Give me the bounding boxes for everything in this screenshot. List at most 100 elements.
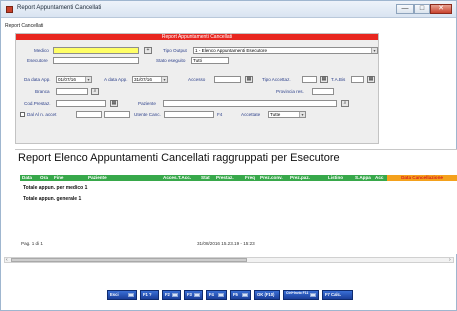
da-data-value: 01/07/16 — [58, 77, 76, 82]
accettate-value: Tutte — [270, 112, 281, 117]
panel-header: Report Appuntamenti Cancellati — [16, 34, 378, 40]
provincia-label: Provincia res. — [276, 89, 304, 94]
col-stat: Stat — [201, 175, 210, 180]
total-generale: Totale appun. generale 1 — [23, 196, 82, 202]
f2-label: F2 — [165, 292, 170, 297]
esecutore-label: Esecutore — [27, 58, 48, 63]
utente-canc-field[interactable] — [164, 111, 214, 118]
copy-icon — [242, 293, 248, 297]
ctrl-invio-button[interactable]: Ctrl+Invio F11 — [283, 290, 319, 300]
medico-field[interactable] — [53, 47, 139, 54]
paziente-search-icon[interactable]: ⌕ — [341, 100, 349, 107]
report-title: Report Elenco Appuntamenti Cancellati ra… — [18, 152, 340, 164]
col-freq: Freq — [245, 175, 255, 180]
a-data-field[interactable]: 31/07/16 ▾ — [132, 76, 168, 83]
scroll-thumb[interactable] — [11, 258, 247, 262]
accettate-select[interactable]: Tutte ▾ — [268, 111, 306, 118]
f3-label: F3 — [187, 292, 192, 297]
tipo-accett-calendar-icon[interactable]: ▦ — [320, 76, 328, 83]
accesso-label: Accesso — [188, 77, 206, 82]
paziente-field[interactable] — [163, 100, 337, 107]
tipo-accett-label: Tipo Accettaz. — [262, 77, 291, 82]
esecutore-field[interactable] — [53, 57, 139, 64]
help-button[interactable]: F1 ? — [140, 290, 159, 300]
scroll-right-icon[interactable]: › — [449, 257, 451, 263]
close-button[interactable]: ✕ — [430, 4, 452, 14]
cod-prestaz-field[interactable] — [56, 100, 106, 107]
calc-button[interactable]: F7 Calc. — [322, 290, 353, 300]
print-icon — [310, 293, 316, 297]
stato-field[interactable]: Tutti — [191, 57, 229, 64]
accettate-label: Accettate — [241, 112, 261, 117]
f4-label: F4 — [217, 112, 223, 117]
minimize-button[interactable]: — — [396, 4, 414, 14]
tipo-output-label: Tipo Output — [163, 48, 187, 53]
utente-canc-label: Utente Canc. — [134, 112, 161, 117]
page-number: Pag. 1 di 1 — [21, 241, 43, 246]
f4-label: F4 — [209, 292, 214, 297]
calc-label: F7 Calc. — [325, 292, 342, 297]
ok-button[interactable]: OK (F10) — [254, 290, 280, 300]
accesso-field[interactable] — [214, 76, 241, 83]
col-s-appa: S.Appa — [355, 175, 371, 180]
dal-al-label: Dal Al n. accet — [27, 112, 57, 117]
f4-button[interactable]: F4 — [206, 290, 227, 300]
tipo-accett-field[interactable] — [302, 76, 317, 83]
scroll-left-icon[interactable]: ‹ — [6, 257, 8, 263]
maximize-button[interactable]: □ — [414, 4, 430, 14]
ctrl-invio-label: Ctrl+Invio F11 — [286, 291, 309, 295]
f3-button[interactable]: F3 — [184, 290, 203, 300]
filter-panel: Report Appuntamenti Cancellati Medico + … — [15, 33, 379, 144]
stato-label: Stato eseguito — [156, 58, 186, 63]
a-data-value: 31/07/16 — [134, 77, 152, 82]
f5-label: F5 — [233, 292, 238, 297]
col-data: Data — [22, 175, 32, 180]
cod-prestaz-grid-icon[interactable]: ▦ — [110, 100, 118, 107]
al-field[interactable] — [104, 111, 130, 118]
f5-button[interactable]: F5 — [230, 290, 251, 300]
a-data-label: A data App. — [104, 77, 128, 82]
report-window: Report Appuntamenti Cancellati — □ ✕ Rep… — [0, 0, 457, 311]
chevron-down-icon[interactable]: ▾ — [299, 112, 305, 117]
accesso-calendar-icon[interactable]: ▦ — [245, 76, 253, 83]
app-icon — [6, 6, 13, 13]
total-per-medico: Totale appun. per medico 1 — [23, 185, 88, 191]
window-title: Report Appuntamenti Cancellati — [17, 5, 102, 11]
branca-field[interactable] — [56, 88, 88, 95]
cod-prestaz-label: Cod.Prestaz. — [24, 101, 51, 106]
col-listino: Listino — [328, 175, 344, 180]
col-prez-paz: Prez.paz. — [290, 175, 310, 180]
chevron-down-icon[interactable]: ▾ — [85, 77, 91, 82]
ta-bis-calendar-icon[interactable]: ▦ — [367, 76, 375, 83]
col-acces: Acces.T.Acc. — [163, 175, 192, 180]
report-preview: Report Elenco Appuntamenti Cancellati ra… — [15, 149, 457, 254]
paziente-label: Paziente — [138, 101, 156, 106]
da-data-field[interactable]: 01/07/16 ▾ — [56, 76, 92, 83]
dal-al-checkbox[interactable] — [20, 112, 25, 117]
page-subtitle: Report Cancellati — [5, 23, 44, 29]
col-acc: Acc — [375, 175, 384, 180]
delete-icon — [194, 293, 200, 297]
ta-bis-label: T.A.Bis — [331, 77, 346, 82]
chevron-down-icon[interactable]: ▾ — [161, 77, 167, 82]
col-fine: Fine — [54, 175, 64, 180]
horizontal-scrollbar[interactable]: ‹ › — [4, 257, 454, 263]
col-prestaz: Prestaz. — [216, 175, 234, 180]
chevron-down-icon[interactable]: ▾ — [371, 48, 377, 53]
branca-search-icon[interactable]: ⌕ — [91, 88, 99, 95]
add-medico-button[interactable]: + — [144, 47, 152, 54]
title-bar: Report Appuntamenti Cancellati — □ ✕ — [1, 1, 456, 18]
new-icon — [218, 293, 224, 297]
da-data-label: Da data App. — [24, 77, 51, 82]
tipo-output-select[interactable]: 1 - Elenco Appuntamenti Esecutore ▾ — [193, 47, 378, 54]
col-data-cancellazione: Data Cancellazione — [387, 175, 457, 181]
f2-button[interactable]: F2 — [162, 290, 181, 300]
tipo-output-value: 1 - Elenco Appuntamenti Esecutore — [195, 48, 268, 53]
exit-button[interactable]: Esci — [107, 290, 137, 300]
col-ora: Ora — [40, 175, 48, 180]
exit-label: Esci — [110, 292, 119, 297]
dal-field[interactable] — [76, 111, 102, 118]
col-paziente: Paziente — [88, 175, 107, 180]
provincia-field[interactable] — [312, 88, 334, 95]
ta-bis-field[interactable] — [351, 76, 364, 83]
